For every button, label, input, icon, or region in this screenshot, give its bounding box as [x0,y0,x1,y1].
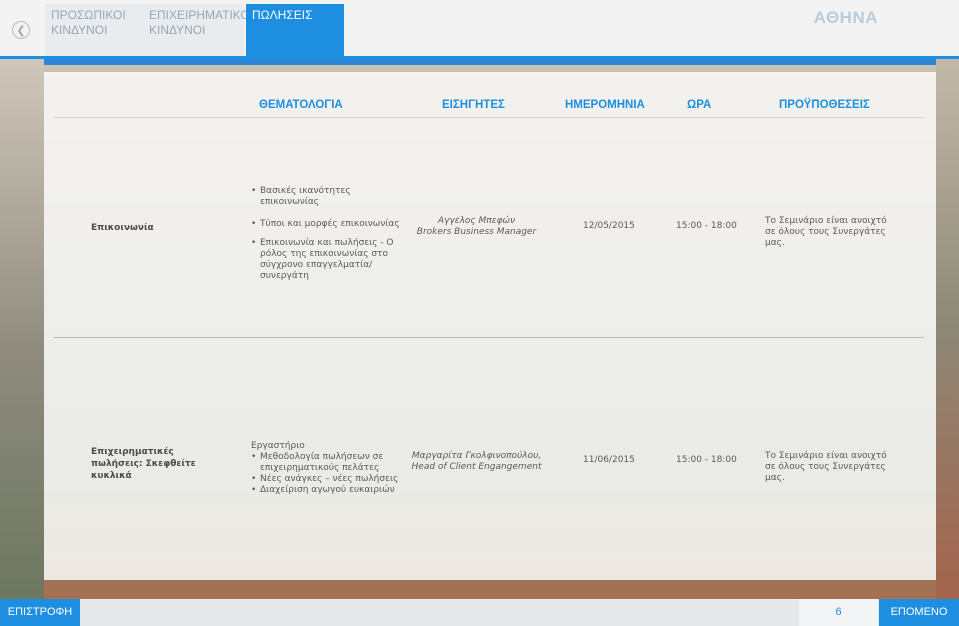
tab-sales[interactable]: ΠΩΛΗΣΕΙΣ [246,4,344,56]
back-button[interactable]: ❮ [12,21,30,39]
tab-label: ΠΩΛΗΣΕΙΣ [252,8,313,22]
table-header: ΘΕΜΑΤΟΛΟΓΙΑ ΕΙΣΗΓΗΤΕΣ ΗΜΕΡΟΜΗΝΙΑ ΩΡΑ ΠΡΟ… [208,99,908,113]
tab-personal-risks[interactable]: ΠΡΟΣΩΠΙΚΟΙ ΚΙΝΔΥΝΟΙ [45,4,143,56]
row-divider [54,337,924,338]
date-cell: 11/06/2015 [583,455,635,465]
bottom-bar: ΕΠΙΣΤΡΟΦΗ 6 ΕΠΟΜΕΝΟ [0,599,959,626]
speaker-name: Αγγελος Μπεφών [437,216,516,226]
topics-list: Εργαστήριο Μεθοδολογία πωλήσεων σε επιχε… [251,441,411,496]
list-item: Επικοινωνία και πωλήσεις - Ο ρόλος της ε… [251,238,411,282]
time-cell: 15:00 - 18:00 [676,455,737,465]
header-date: ΗΜΕΡΟΜΗΝΙΑ [565,99,645,111]
header-topic: ΘΕΜΑΤΟΛΟΓΙΑ [259,99,343,111]
tab-label: ΠΡΟΣΩΠΙΚΟΙ ΚΙΝΔΥΝΟΙ [51,8,126,37]
tab-business-risks[interactable]: ΕΠΙΧΕΙΡΗΜΑΤΙΚΟΙ ΚΙΝΔΥΝΟΙ [143,4,253,56]
content-panel [44,72,936,580]
tab-label: ΕΠΙΧΕΙΡΗΜΑΤΙΚΟΙ ΚΙΝΔΥΝΟΙ [149,8,254,37]
prerequisites-cell: Το Σεμινάριο είναι ανοιχτό σε όλους τους… [765,216,887,248]
next-page-button[interactable]: ΕΠΟΜΕΝΟ [879,599,959,626]
topics-list: Βασικές ικανότητες επικοινωνίας Τύποι κα… [251,186,411,282]
background-edge-right [936,59,959,599]
speaker-role: Brokers Business Manager [416,227,537,237]
list-item: Νέες ανάγκες – νέες πωλήσεις [251,474,411,485]
row-label: Επικοινωνία [91,223,154,233]
speaker-role: Head of Client Engangement [411,462,542,472]
speaker-cell: Αγγελος Μπεφών Brokers Business Manager [414,216,539,238]
list-item: Μεθοδολογία πωλήσεων σε επιχειρηματικούς… [251,452,411,474]
prerequisites-cell: Το Σεμινάριο είναι ανοιχτό σε όλους τους… [765,451,887,483]
list-item: Διαχείριση αγωγού ευκαιριών [251,485,411,496]
time-cell: 15:00 - 18:00 [676,221,737,231]
page-number: 6 [799,599,878,626]
row-label: Επιχειρηματικές πωλήσεις: Σκεφθείτε κυκλ… [91,447,196,481]
top-bar: ❮ ΠΡΟΣΩΠΙΚΟΙ ΚΙΝΔΥΝΟΙ ΕΠΙΧΕΙΡΗΜΑΤΙΚΟΙ ΚΙ… [0,0,959,56]
header-speakers: ΕΙΣΗΓΗΤΕΣ [442,99,505,111]
header-time: ΩΡΑ [687,99,712,111]
speaker-cell: Μαργαρίτα Γκολφινοπούλου, Head of Client… [410,451,543,473]
list-item: Εργαστήριο [251,441,305,451]
header-divider [54,117,924,118]
list-item: Τύποι και μορφές επικοινωνίας [251,219,411,230]
city-title: ΑΘΗΝΑ [813,8,878,27]
background-edge-left [0,59,44,599]
date-cell: 12/05/2015 [583,221,635,231]
chevron-left-icon: ❮ [16,23,26,37]
header-prerequisites: ΠΡΟΫΠΟΘΕΣΕΙΣ [779,99,870,111]
speaker-name: Μαργαρίτα Γκολφινοπούλου, [411,451,542,461]
list-item: Βασικές ικανότητες επικοινωνίας [251,186,411,208]
back-page-button[interactable]: ΕΠΙΣΤΡΟΦΗ [0,599,80,626]
